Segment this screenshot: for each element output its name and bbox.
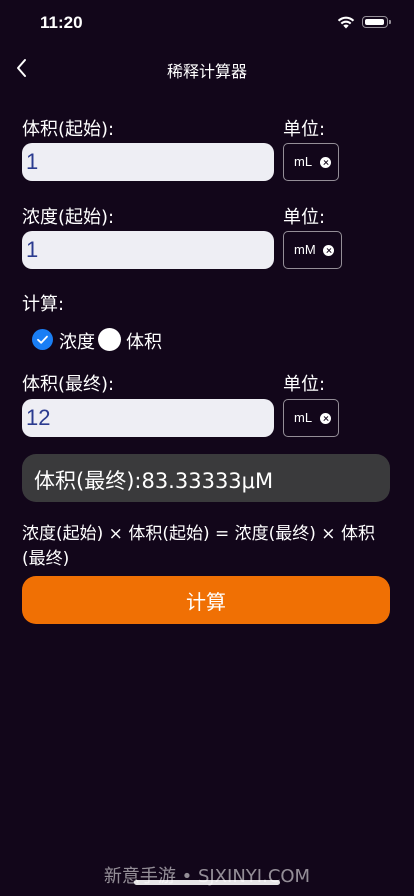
radio-volume-label[interactable]: 体积 (126, 328, 162, 354)
initial-concentration-unit-text: mM (294, 242, 316, 257)
clear-icon[interactable] (320, 413, 331, 424)
clear-icon[interactable] (320, 157, 331, 168)
battery-icon (362, 16, 391, 28)
final-volume-input[interactable] (22, 399, 274, 437)
page-title: 稀释计算器 (166, 62, 247, 81)
result-box: 体积(最终):83.33333μM (22, 454, 390, 502)
screen: 11:20 稀释计算器 体积(起始): 单位: mL 浓度(起始): 单位: m… (0, 0, 414, 896)
radio-concentration-checked[interactable] (32, 329, 53, 350)
calculate-label: 计算: (22, 294, 65, 315)
checkmark-icon (37, 335, 48, 344)
initial-concentration-input[interactable] (22, 231, 274, 269)
clear-icon[interactable] (323, 245, 334, 256)
home-indicator[interactable] (134, 880, 280, 885)
initial-concentration-label: 浓度(起始): (22, 207, 115, 228)
initial-volume-unit-label: 单位: (283, 119, 326, 140)
initial-concentration-unit-label: 单位: (283, 207, 326, 228)
wifi-icon (337, 16, 355, 29)
result-text: 体积(最终):83.33333μM (34, 469, 274, 493)
calculate-button[interactable]: 计算 (22, 576, 390, 624)
final-volume-label: 体积(最终): (22, 374, 115, 395)
status-bar: 11:20 (0, 0, 414, 44)
radio-concentration-label[interactable]: 浓度 (59, 328, 95, 354)
initial-volume-label: 体积(起始): (22, 119, 115, 140)
initial-volume-unit-selector[interactable]: mL (283, 143, 339, 181)
status-time: 11:20 (40, 13, 83, 32)
formula-text: 浓度(起始) × 体积(起始) = 浓度(最终) × 体积(最终) (22, 524, 375, 569)
radio-volume-unchecked[interactable] (98, 328, 121, 351)
final-volume-unit-text: mL (294, 410, 313, 425)
initial-volume-input[interactable] (22, 143, 274, 181)
final-volume-unit-selector[interactable]: mL (283, 399, 339, 437)
initial-concentration-unit-selector[interactable]: mM (283, 231, 342, 269)
initial-volume-unit-text: mL (294, 154, 313, 169)
final-volume-unit-label: 单位: (283, 374, 326, 395)
